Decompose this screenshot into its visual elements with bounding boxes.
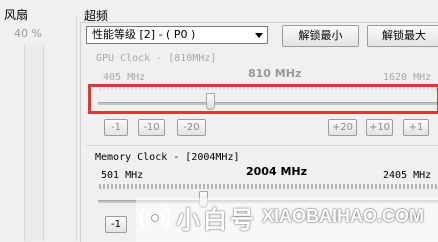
performance-level-value: 性能等级 [2] - ( P0 ): [92, 28, 196, 41]
unlock-min-button[interactable]: 解锁最小: [282, 25, 359, 47]
watermark-brand-en: XIAOBAIHAO.COM: [262, 206, 424, 226]
memory-minus-1-button[interactable]: -1: [105, 216, 127, 233]
gpu-clock-slider-highlight: [88, 84, 438, 114]
fan-percent: 40 %: [14, 27, 42, 40]
watermark-brand-cn: 小白号: [176, 206, 257, 234]
gpu-minus-10-button[interactable]: -10: [138, 119, 165, 136]
unlock-max-button[interactable]: 解锁最大: [367, 25, 438, 47]
gpu-clock-current: 810 MHz: [248, 67, 302, 80]
memory-clock-label: Memory Clock - [2004MHz]: [95, 152, 240, 163]
fan-title: 风扇: [4, 8, 29, 22]
chevron-down-icon: [255, 33, 263, 38]
signal-logo-icon: [140, 207, 170, 229]
performance-level-select[interactable]: 性能等级 [2] - ( P0 ): [86, 26, 268, 44]
gpu-plus-20-button[interactable]: +20: [328, 119, 357, 136]
gpu-minus-1-button[interactable]: -1: [104, 119, 128, 136]
gpu-minus-20-button[interactable]: -20: [177, 119, 206, 136]
fan-slider-track[interactable]: [24, 45, 44, 241]
divider: [76, 16, 77, 241]
section-divider: [86, 145, 438, 146]
gpu-plus-1-button[interactable]: +1: [403, 119, 429, 136]
gpu-plus-10-button[interactable]: +10: [366, 119, 393, 136]
gpu-clock-min: 405 MHz: [103, 72, 146, 83]
memory-clock-min: 501 MHz: [101, 170, 144, 181]
overclock-title: 超频: [84, 9, 109, 23]
gpu-clock-label: GPU Clock - [810MHz]: [96, 53, 217, 64]
memory-clock-max: 2405 MHz: [383, 170, 432, 181]
memory-clock-ticks: [99, 184, 437, 189]
memory-clock-current: 2004 MHz: [246, 165, 307, 178]
gpu-clock-max: 1620 MHz: [383, 72, 432, 83]
